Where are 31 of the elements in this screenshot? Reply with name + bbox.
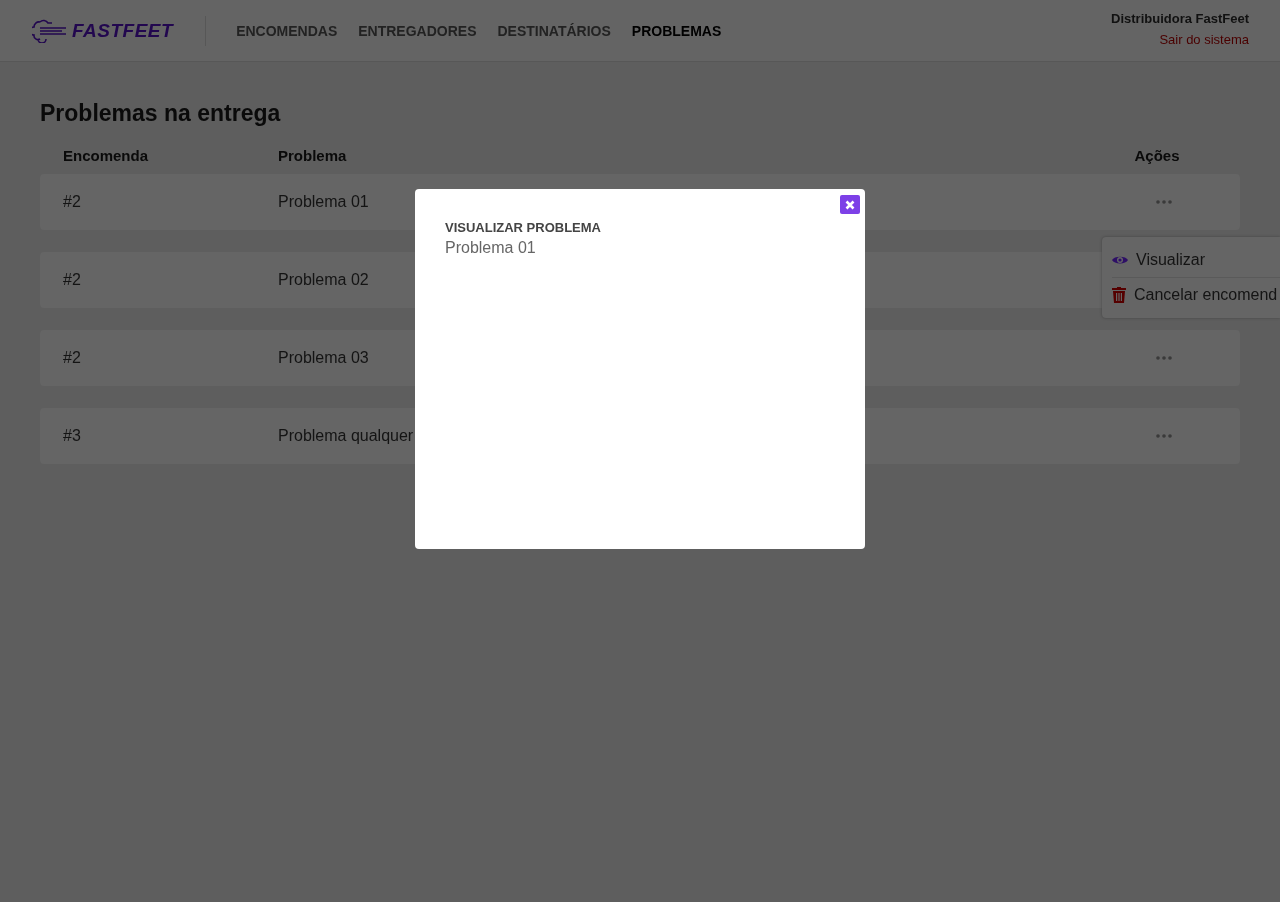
page-title: Problemas na entrega	[40, 100, 282, 127]
order-id: #2	[63, 193, 81, 211]
menu-item[interactable]: Cancelar encomend	[1112, 277, 1280, 312]
close-icon	[845, 199, 855, 210]
more-button[interactable]	[1156, 434, 1172, 438]
modal-text: Problema 01	[445, 239, 537, 257]
more-button[interactable]	[1156, 200, 1172, 204]
modal-title: VISUALIZAR PROBLEMA	[445, 220, 602, 235]
menu-item[interactable]: Visualizar	[1112, 243, 1280, 277]
problem-text: Problema 01	[278, 193, 369, 211]
problem-text: Problema qualquer	[278, 427, 414, 445]
nav-link[interactable]: PROBLEMAS	[631, 22, 722, 39]
nav-link[interactable]: ENTREGADORES	[358, 22, 477, 39]
logo-icon	[32, 18, 68, 43]
order-id: #3	[63, 427, 81, 445]
close-button[interactable]	[840, 195, 860, 214]
logout-link[interactable]: Sair do sistema	[1159, 31, 1249, 47]
nav-link[interactable]: ENCOMENDAS	[236, 22, 338, 39]
order-id: #2	[63, 349, 81, 367]
column-header: Ações	[1134, 147, 1180, 164]
eye-icon	[1112, 254, 1128, 266]
logo-text: FASTFEET	[72, 19, 174, 42]
column-header: Encomenda	[63, 147, 149, 164]
nav-link[interactable]: DESTINATÁRIOS	[497, 22, 611, 39]
user-name: Distribuidora FastFeet	[1111, 10, 1249, 26]
problem-text: Problema 03	[278, 349, 369, 367]
problem-text: Problema 02	[278, 271, 369, 289]
more-button[interactable]	[1156, 356, 1172, 360]
order-id: #2	[63, 271, 81, 289]
trash-icon	[1112, 287, 1126, 303]
column-header: Problema	[278, 147, 347, 164]
